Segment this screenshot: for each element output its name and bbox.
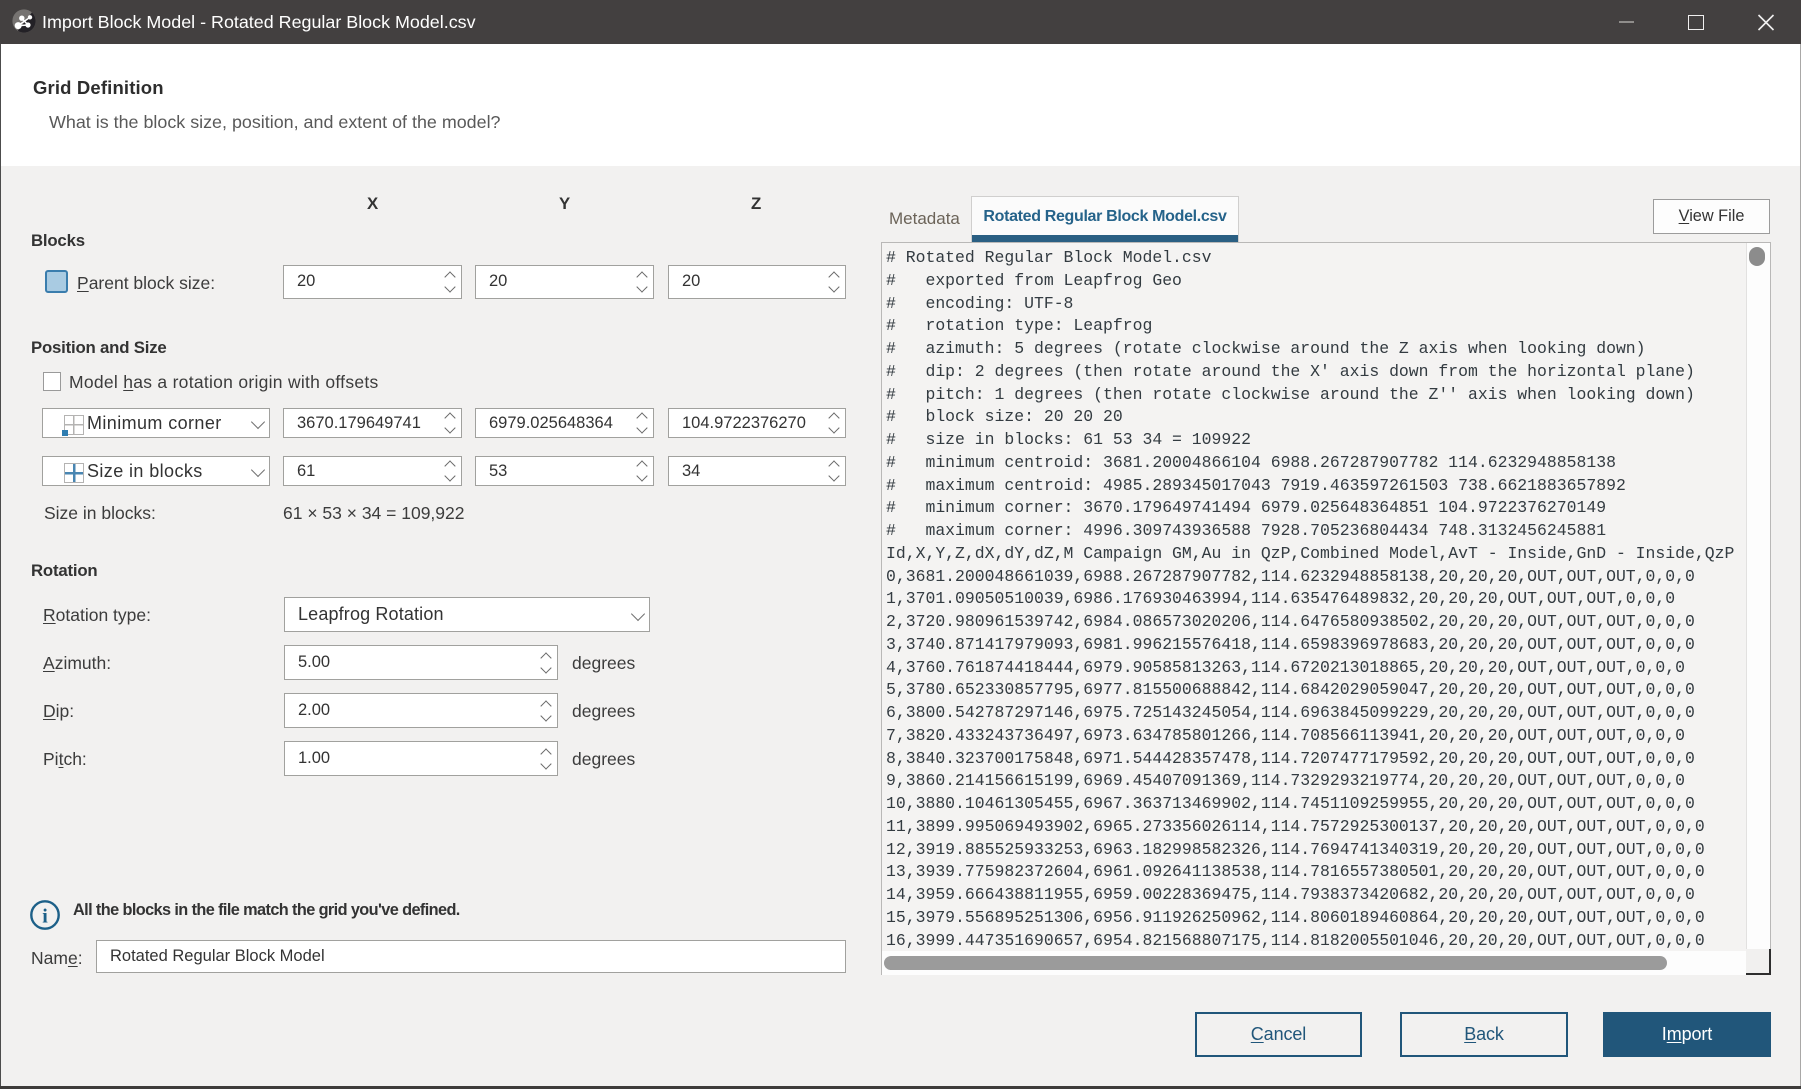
svg-text:i: i [42, 906, 48, 928]
